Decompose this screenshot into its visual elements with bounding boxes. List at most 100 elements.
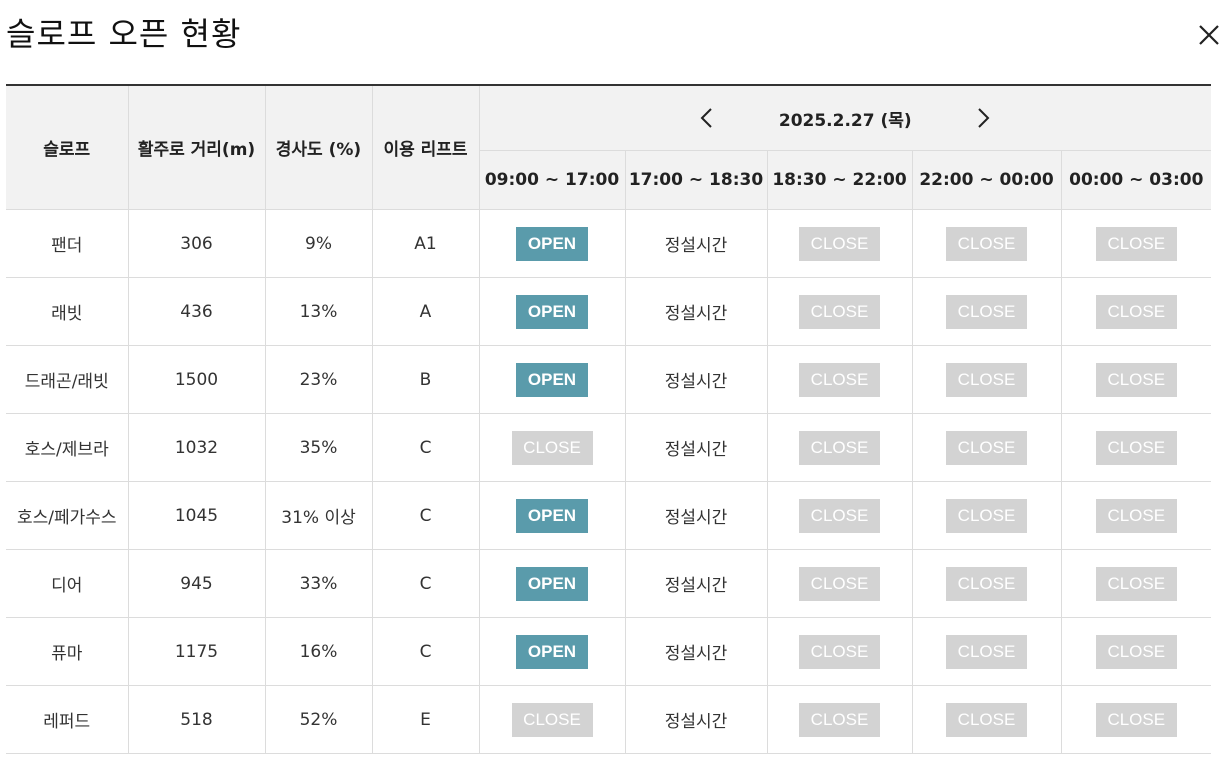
current-date: 2025.2.27 (목) (778, 110, 912, 131)
status-badge-close: CLOSE (1095, 634, 1177, 669)
status-badge-close: CLOSE (946, 702, 1027, 737)
cell-status: 정설시간 (624, 413, 767, 482)
cell-status: CLOSE (911, 481, 1061, 550)
cell-lift: C (371, 413, 479, 482)
status-badge-close: CLOSE (1095, 362, 1177, 397)
header-length: 활주로 거리(m) (127, 85, 265, 210)
cell-slope: 호스/페가수스 (6, 481, 128, 550)
cell-status: CLOSE (911, 209, 1061, 278)
status-badge-open: OPEN (516, 498, 588, 533)
table-row: 래빗 436 13% A OPEN 정설시간 CLOSE CLOSE CLOSE (6, 277, 1212, 346)
cell-grade: 9% (264, 209, 372, 278)
cell-status: 정설시간 (624, 277, 767, 346)
header-time-slot: 18:30 ~ 22:00 (766, 150, 912, 210)
status-badge-close: CLOSE (946, 294, 1027, 329)
cell-status: 정설시간 (624, 209, 767, 278)
chevron-left-icon[interactable] (696, 106, 720, 130)
cell-length: 436 (127, 277, 265, 346)
cell-slope: 팬더 (6, 209, 128, 278)
cell-status: CLOSE (766, 345, 912, 414)
cell-status: CLOSE (911, 277, 1061, 346)
status-text-grooming: 정설시간 (664, 712, 728, 732)
cell-status: 정설시간 (624, 685, 767, 754)
status-text-grooming: 정설시간 (664, 508, 728, 528)
cell-slope: 드래곤/래빗 (6, 345, 128, 414)
date-navigator: 2025.2.27 (목) (480, 86, 1212, 150)
slope-status-table: 슬로프 활주로 거리(m) 경사도 (%) 이용 리프트 2025.2.27 (… (6, 84, 1212, 754)
cell-status: CLOSE (478, 413, 625, 482)
table-row: 레퍼드 518 52% E CLOSE 정설시간 CLOSE CLOSE CLOSE (6, 685, 1212, 754)
status-badge-close: CLOSE (511, 702, 593, 737)
status-badge-close: CLOSE (946, 634, 1027, 669)
cell-status: 정설시간 (624, 617, 767, 686)
cell-slope: 래빗 (6, 277, 128, 346)
header-time-slot: 00:00 ~ 03:00 (1060, 150, 1212, 210)
close-icon[interactable] (1196, 22, 1224, 50)
status-badge-open: OPEN (516, 226, 588, 261)
status-badge-close: CLOSE (799, 362, 880, 397)
cell-status: CLOSE (911, 345, 1061, 414)
cell-length: 945 (127, 549, 265, 618)
status-badge-close: CLOSE (511, 430, 593, 465)
date-header: 2025.2.27 (목) (478, 85, 1212, 151)
cell-grade: 13% (264, 277, 372, 346)
cell-slope: 레퍼드 (6, 685, 128, 754)
status-badge-close: CLOSE (1095, 566, 1177, 601)
cell-status: CLOSE (766, 209, 912, 278)
cell-status: 정설시간 (624, 345, 767, 414)
cell-status: OPEN (478, 277, 625, 346)
status-text-grooming: 정설시간 (664, 644, 728, 664)
header-slope: 슬로프 (6, 85, 128, 210)
cell-status: CLOSE (478, 685, 625, 754)
status-badge-close: CLOSE (799, 294, 880, 329)
status-badge-close: CLOSE (946, 226, 1027, 261)
cell-status: CLOSE (766, 549, 912, 618)
table-row: 팬더 306 9% A1 OPEN 정설시간 CLOSE CLOSE CLOSE (6, 209, 1212, 278)
header-time-slot: 09:00 ~ 17:00 (478, 150, 625, 210)
status-text-grooming: 정설시간 (664, 576, 728, 596)
cell-status: CLOSE (1060, 345, 1212, 414)
status-badge-close: CLOSE (799, 498, 880, 533)
cell-status: 정설시간 (624, 481, 767, 550)
cell-slope: 퓨마 (6, 617, 128, 686)
status-badge-open: OPEN (516, 566, 588, 601)
cell-length: 1175 (127, 617, 265, 686)
status-badge-close: CLOSE (1095, 498, 1177, 533)
cell-lift: C (371, 549, 479, 618)
cell-status: CLOSE (1060, 277, 1212, 346)
cell-lift: A1 (371, 209, 479, 278)
page-title: 슬로프 오픈 현황 (6, 15, 242, 53)
status-badge-close: CLOSE (799, 702, 880, 737)
table-row: 호스/페가수스 1045 31% 이상 C OPEN 정설시간 CLOSE CLOSE CLOS… (6, 481, 1212, 550)
cell-status: CLOSE (766, 413, 912, 482)
status-badge-close: CLOSE (1095, 702, 1177, 737)
cell-status: CLOSE (766, 685, 912, 754)
cell-status: CLOSE (1060, 209, 1212, 278)
header-grade: 경사도 (%) (264, 85, 372, 210)
table-row: 디어 945 33% C OPEN 정설시간 CLOSE CLOSE CLOSE (6, 549, 1212, 618)
slope-status-table-container: 슬로프 활주로 거리(m) 경사도 (%) 이용 리프트 2025.2.27 (… (6, 84, 1212, 754)
cell-length: 1045 (127, 481, 265, 550)
status-badge-close: CLOSE (946, 498, 1027, 533)
cell-status: CLOSE (1060, 685, 1212, 754)
cell-lift: C (371, 617, 479, 686)
status-badge-close: CLOSE (799, 430, 880, 465)
cell-grade: 52% (264, 685, 372, 754)
cell-length: 306 (127, 209, 265, 278)
status-badge-close: CLOSE (799, 566, 880, 601)
status-badge-close: CLOSE (1095, 226, 1177, 261)
cell-length: 518 (127, 685, 265, 754)
status-badge-open: OPEN (516, 634, 588, 669)
cell-grade: 35% (264, 413, 372, 482)
cell-status: CLOSE (911, 617, 1061, 686)
chevron-right-icon[interactable] (970, 106, 994, 130)
cell-status: CLOSE (766, 481, 912, 550)
status-text-grooming: 정설시간 (664, 440, 728, 460)
cell-status: OPEN (478, 345, 625, 414)
cell-status: 정설시간 (624, 549, 767, 618)
cell-grade: 23% (264, 345, 372, 414)
status-text-grooming: 정설시간 (664, 372, 728, 392)
cell-status: CLOSE (766, 277, 912, 346)
cell-status: CLOSE (911, 685, 1061, 754)
table-row: 드래곤/래빗 1500 23% B OPEN 정설시간 CLOSE CLOSE CLOSE (6, 345, 1212, 414)
